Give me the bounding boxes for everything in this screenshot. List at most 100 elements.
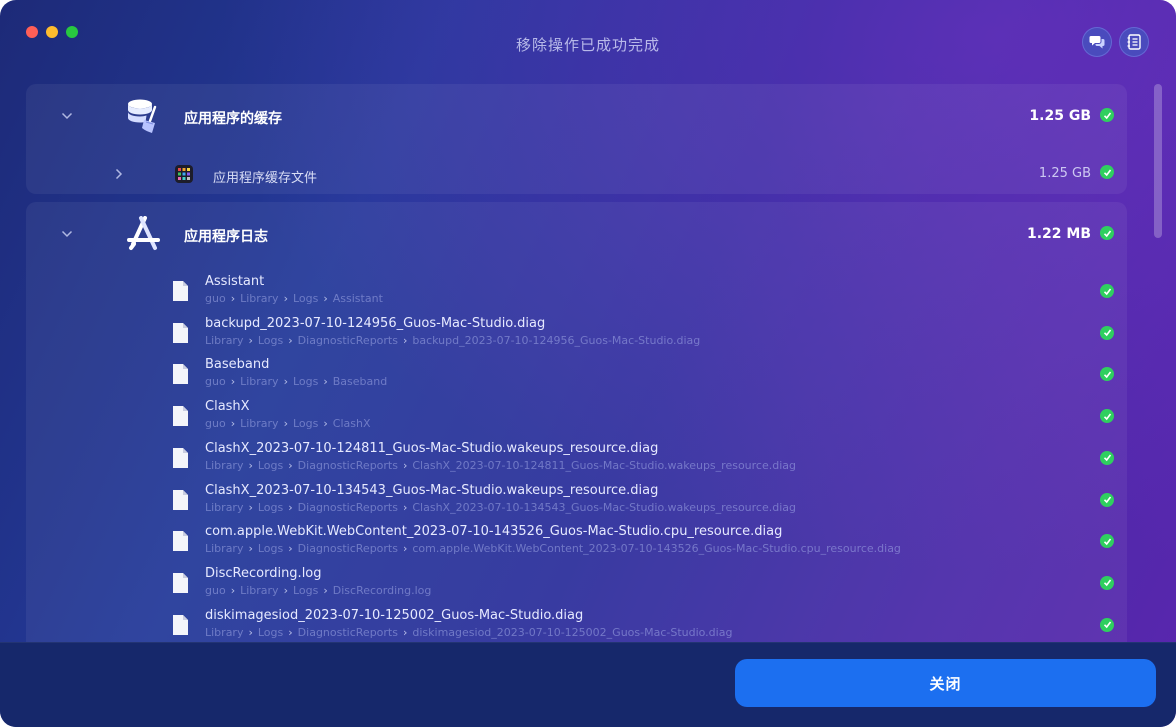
- file-name: backupd_2023-07-10-124956_Guos-Mac-Studi…: [205, 315, 546, 331]
- path-separator: ›: [402, 333, 408, 347]
- category-app-logs: 应用程序日志 1.22 MB Assistant guo › Library › Logs…: [26, 202, 1127, 642]
- file-path: Library › Logs › DiagnosticReports › com.apple…: [205, 542, 901, 555]
- chevron-down-icon: [61, 230, 73, 238]
- path-separator: ›: [323, 583, 328, 597]
- database-broom-icon: [128, 99, 157, 133]
- category-title: 应用程序日志: [184, 229, 268, 245]
- file-row[interactable]: Baseband guo › Library › Logs › Baseband: [26, 355, 1127, 397]
- path-separator: ›: [402, 625, 408, 639]
- file-row[interactable]: Assistant guo › Library › Logs › Assistant: [26, 272, 1127, 314]
- path-segment: ClashX: [332, 417, 371, 431]
- path-separator: ›: [288, 542, 293, 556]
- path-segment: ClashX_2023-07-10-124811_Guos-Mac-Studio…: [412, 458, 796, 472]
- file-row[interactable]: ClashX_2023-07-10-134543_Guos-Mac-Studio…: [26, 481, 1127, 523]
- check-icon: [1100, 492, 1114, 507]
- check-icon: [1100, 534, 1114, 549]
- document-icon: [173, 281, 188, 301]
- path-separator: ›: [248, 542, 253, 556]
- file-path: Library › Logs › DiagnosticReports › ClashX_20…: [205, 501, 796, 514]
- path-segment: diskimagesiod_2023-07-10-125002_Guos-Mac…: [412, 625, 733, 639]
- file-path: guo › Library › Logs › DiscRecording.log: [205, 584, 431, 597]
- path-separator: ›: [248, 333, 253, 347]
- path-segment: Logs: [257, 625, 284, 639]
- document-icon: [173, 406, 188, 427]
- path-separator: ›: [288, 625, 293, 639]
- path-segment: DiscRecording.log: [332, 583, 432, 597]
- file-path: Library › Logs › DiagnosticReports › diskimage…: [205, 626, 732, 639]
- path-segment: guo: [205, 375, 226, 389]
- path-segment: Library: [240, 417, 279, 431]
- check-icon: [1100, 450, 1114, 465]
- file-row[interactable]: diskimagesiod_2023-07-10-125002_Guos-Mac…: [26, 606, 1127, 642]
- path-segment: guo: [205, 417, 226, 431]
- document-icon: [173, 531, 188, 552]
- window-title: 移除操作已成功完成: [515, 36, 660, 54]
- expand-chevron-cache-files[interactable]: [112, 167, 126, 181]
- log-icon: [1127, 34, 1141, 50]
- chat-button[interactable]: [1082, 27, 1112, 57]
- file-row[interactable]: backupd_2023-07-10-124956_Guos-Mac-Studi…: [26, 314, 1127, 356]
- path-separator: ›: [288, 458, 293, 472]
- document-icon: [173, 489, 188, 510]
- file-name: Baseband: [205, 357, 270, 373]
- chevron-down-icon: [61, 112, 73, 120]
- check-icon: [1100, 325, 1114, 340]
- path-separator: ›: [402, 500, 408, 514]
- close-button[interactable]: 关闭: [735, 659, 1156, 707]
- file-row[interactable]: com.apple.WebKit.WebContent_2023-07-10-1…: [26, 522, 1127, 564]
- path-separator: ›: [323, 417, 328, 431]
- path-separator: ›: [230, 417, 236, 431]
- file-name: DiscRecording.log: [205, 565, 322, 581]
- file-name: diskimagesiod_2023-07-10-125002_Guos-Mac…: [205, 607, 584, 623]
- subitem-size: 1.25 GB: [1038, 166, 1091, 181]
- path-separator: ›: [248, 458, 253, 472]
- path-segment: Library: [205, 625, 244, 639]
- path-segment: Logs: [257, 333, 284, 347]
- path-segment: Logs: [292, 417, 319, 431]
- path-separator: ›: [283, 417, 288, 431]
- path-segment: backupd_2023-07-10-124956_Guos-Mac-Studi…: [412, 333, 701, 347]
- log-button[interactable]: [1119, 27, 1149, 57]
- path-segment: Library: [240, 292, 279, 305]
- file-path: Library › Logs › DiagnosticReports › backupd_2…: [205, 334, 700, 347]
- app-window: 移除操作已成功完成 应用程序的缓存 1.25 GB 应用程序缓存文件 1.25 …: [0, 0, 1176, 727]
- chat-icon: [1089, 36, 1105, 49]
- results-list[interactable]: 应用程序的缓存 1.25 GB 应用程序缓存文件 1.25 GB 应用程序日志 …: [26, 84, 1128, 642]
- path-segment: DiagnosticReports: [297, 625, 398, 639]
- file-path: guo › Library › Logs › ClashX: [205, 417, 370, 430]
- check-icon: [1100, 108, 1114, 122]
- chevron-right-icon: [115, 168, 123, 180]
- scrollbar-thumb[interactable]: [1154, 84, 1162, 238]
- check-icon: [1100, 165, 1114, 179]
- path-segment: DiagnosticReports: [297, 458, 398, 472]
- path-segment: guo: [205, 292, 226, 305]
- check-icon: [1100, 409, 1114, 424]
- path-separator: ›: [230, 375, 236, 389]
- path-separator: ›: [230, 583, 236, 597]
- file-name: ClashX_2023-07-10-134543_Guos-Mac-Studio…: [205, 482, 659, 498]
- document-icon: [173, 364, 188, 385]
- file-path: guo › Library › Logs › Assistant: [205, 292, 383, 305]
- file-row[interactable]: DiscRecording.log guo › Library › Logs › DiscRe…: [26, 564, 1127, 606]
- collapse-chevron-cache[interactable]: [60, 109, 74, 123]
- grid-app-icon: [175, 165, 193, 183]
- document-icon: [173, 322, 188, 343]
- category-app-cache: 应用程序的缓存 1.25 GB 应用程序缓存文件 1.25 GB: [26, 84, 1127, 194]
- file-name: ClashX: [205, 399, 250, 415]
- app-store-icon: [127, 216, 160, 250]
- path-separator: ›: [402, 458, 408, 472]
- path-separator: ›: [288, 333, 293, 347]
- file-row[interactable]: ClashX_2023-07-10-124811_Guos-Mac-Studio…: [26, 439, 1127, 481]
- check-icon: [1100, 284, 1114, 298]
- path-segment: Library: [205, 500, 244, 514]
- path-segment: com.apple.WebKit.WebContent_2023-07-10-1…: [412, 542, 901, 556]
- path-separator: ›: [323, 292, 328, 305]
- file-row[interactable]: ClashX guo › Library › Logs › ClashX: [26, 397, 1127, 439]
- category-title: 应用程序的缓存: [184, 111, 282, 127]
- file-path: Library › Logs › DiagnosticReports › ClashX_20…: [205, 459, 796, 472]
- category-size: 1.22 MB: [1026, 226, 1091, 242]
- collapse-chevron-logs[interactable]: [60, 227, 74, 241]
- file-path: guo › Library › Logs › Baseband: [205, 375, 387, 388]
- path-segment: DiagnosticReports: [297, 333, 398, 347]
- path-segment: Library: [205, 458, 244, 472]
